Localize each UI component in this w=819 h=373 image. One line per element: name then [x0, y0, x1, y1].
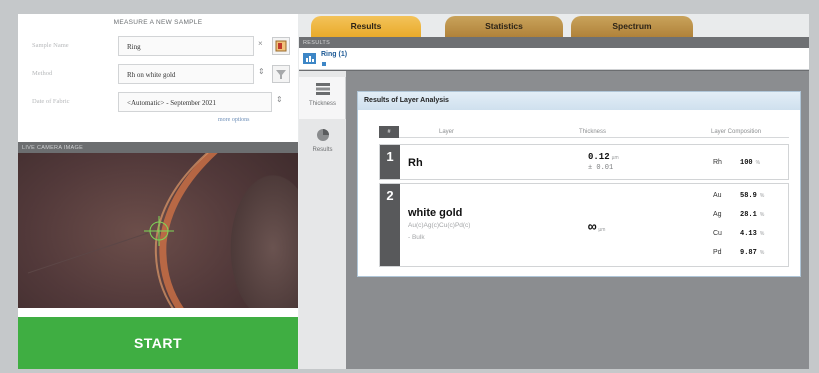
chart-icon[interactable]	[303, 53, 316, 64]
layer-row[interactable]: 2 white gold Au(c)Ag(c)Cu(c)Pd(c) - Bulk…	[379, 183, 789, 267]
date-dropdown-icon[interactable]: ⇕	[276, 95, 283, 104]
layer-analysis-title: Results of Layer Analysis	[358, 92, 800, 110]
more-options-link[interactable]: more options	[218, 117, 250, 123]
element-percentage: 4.13%	[740, 230, 765, 238]
layer-name: Rh	[408, 157, 423, 169]
sample-name-label: Sample Name	[32, 42, 69, 49]
table-header: # Layer Thickness Layer Composition	[379, 126, 789, 138]
layer-thickness: ∞ µm	[588, 220, 606, 236]
side-nav-results-label: Results	[312, 147, 333, 153]
element-symbol: Rh	[713, 159, 722, 166]
column-composition-header: Layer Composition	[711, 129, 762, 135]
method-select[interactable]: Rh on white gold	[118, 64, 254, 84]
clear-icon[interactable]: ×	[258, 39, 263, 48]
layer-row[interactable]: 1 Rh 0.12 µm ± 0.01 Rh 100%	[379, 144, 789, 180]
crosshair-icon	[144, 216, 174, 246]
tab-bar: Results Statistics Spectrum	[299, 14, 809, 37]
results-area: RESULTS Ring (1) Thickness Results Resul…	[299, 37, 809, 369]
element-percentage: 100%	[740, 159, 761, 167]
layer-name: white gold	[408, 207, 463, 219]
layer-number: 1	[380, 145, 400, 179]
sample-name-label[interactable]: Ring (1)	[321, 51, 347, 58]
side-nav-results[interactable]: Results	[299, 123, 346, 165]
method-filter-icon[interactable]	[272, 65, 290, 83]
element-symbol: Au	[713, 192, 722, 199]
camera-title: LIVE CAMERA IMAGE	[18, 142, 298, 153]
left-panel: MEASURE A NEW SAMPLE Sample Name Ring × …	[18, 14, 298, 369]
tab-results[interactable]: Results	[311, 16, 421, 37]
sample-name-row: Sample Name Ring ×	[32, 36, 294, 56]
layer-number: 2	[380, 184, 400, 266]
method-row: Method Rh on white gold ⇕	[32, 64, 294, 84]
layer-analysis-card: Results of Layer Analysis # Layer Thickn…	[357, 91, 801, 277]
app-window: MEASURE A NEW SAMPLE Sample Name Ring × …	[18, 14, 809, 369]
layer-tolerance: ± 0.01	[588, 164, 614, 172]
side-nav-thickness-label: Thickness	[308, 101, 336, 107]
column-number-header: #	[379, 126, 399, 138]
method-dropdown-icon[interactable]: ⇕	[258, 67, 265, 76]
element-symbol: Pd	[713, 249, 722, 256]
results-header: RESULTS	[299, 37, 809, 48]
pie-chart-icon	[317, 129, 329, 141]
element-percentage: 9.87%	[740, 249, 765, 257]
column-layer-header: Layer	[439, 129, 455, 135]
column-thickness-header: Thickness	[579, 129, 607, 135]
live-camera-image[interactable]	[18, 153, 298, 308]
analysis-panel: Results of Layer Analysis # Layer Thickn…	[346, 71, 809, 369]
layers-icon	[316, 83, 330, 95]
tab-statistics[interactable]: Statistics	[445, 16, 563, 37]
sample-marker	[322, 62, 326, 66]
layer-type: - Bulk	[408, 234, 425, 241]
tab-spectrum[interactable]: Spectrum	[571, 16, 693, 37]
date-select[interactable]: <Automatic> - September 2021	[118, 92, 272, 112]
date-label: Date of Fabric	[32, 98, 70, 105]
sample-edit-icon[interactable]	[272, 37, 290, 55]
sample-bar: Ring (1)	[299, 48, 809, 70]
sample-name-input[interactable]: Ring	[118, 36, 254, 56]
layer-thickness: 0.12 µm	[588, 152, 619, 162]
element-symbol: Cu	[713, 230, 722, 237]
side-nav: Thickness Results	[299, 71, 346, 369]
side-nav-thickness[interactable]: Thickness	[299, 77, 346, 119]
element-percentage: 28.1%	[740, 211, 765, 219]
measure-section-title: MEASURE A NEW SAMPLE	[113, 19, 203, 26]
layer-formula: Au(c)Ag(c)Cu(c)Pd(c)	[408, 222, 471, 229]
method-label: Method	[32, 70, 53, 77]
element-symbol: Ag	[713, 211, 722, 218]
date-row: Date of Fabric <Automatic> - September 2…	[32, 92, 294, 112]
start-button[interactable]: START	[18, 317, 298, 369]
element-percentage: 58.9%	[740, 192, 765, 200]
